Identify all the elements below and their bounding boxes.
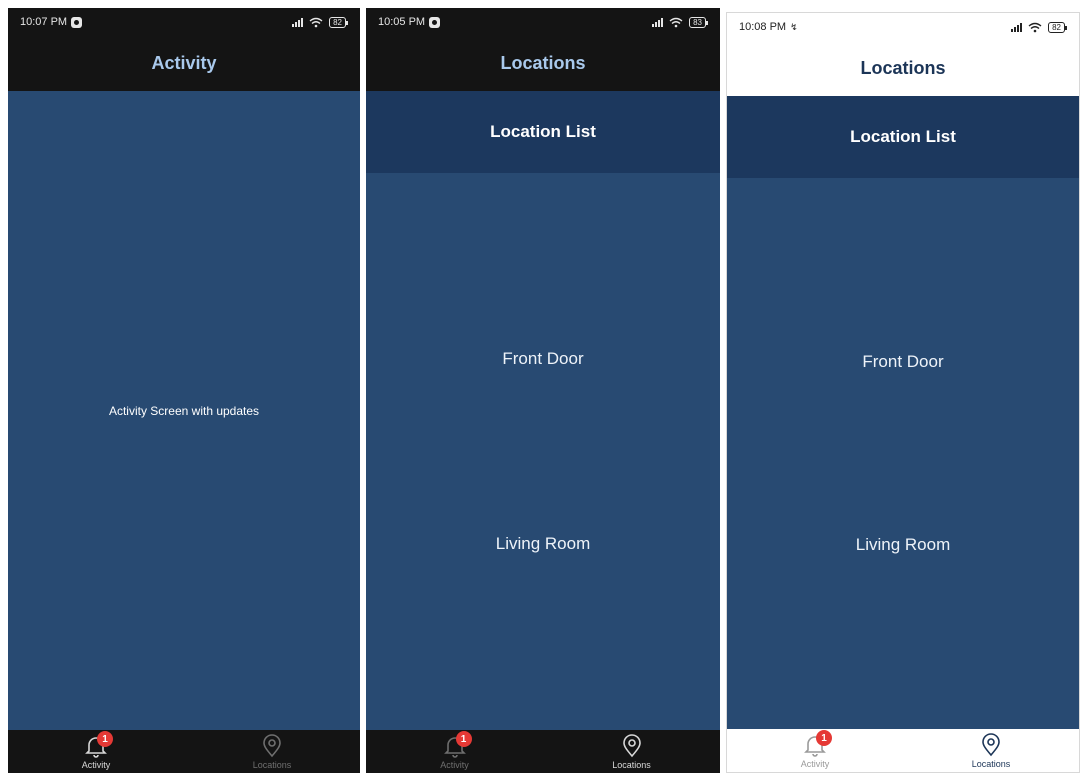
wifi-icon <box>309 17 323 28</box>
locations-content: Location List Front Door Living Room <box>366 91 720 730</box>
location-item-living-room[interactable]: Living Room <box>366 452 720 638</box>
tab-locations[interactable]: Locations <box>543 730 720 773</box>
locations-content: Location List Front Door Living Room <box>727 96 1079 729</box>
tab-label: Activity <box>440 760 469 770</box>
notification-icon <box>71 16 83 28</box>
app-bar-title: Locations <box>366 36 720 91</box>
activity-badge: 1 <box>455 731 472 747</box>
status-bar: 10:05 PM 83 <box>366 8 720 36</box>
status-bar: 10:08 PM ↯ 82 <box>727 13 1079 41</box>
activity-badge: 1 <box>97 731 113 747</box>
tab-label: Locations <box>252 760 292 770</box>
tab-activity[interactable]: 1 Activity <box>366 730 543 773</box>
tab-label: Activity <box>800 759 830 769</box>
status-bar: 10:07 PM 82 <box>8 8 360 36</box>
location-pin-icon <box>622 734 641 758</box>
location-list: Front Door Living Room <box>727 178 1079 729</box>
phone-locations-light: 10:08 PM ↯ 82 Locations Location List Fr… <box>726 12 1080 773</box>
tab-activity[interactable]: 1 Activity <box>8 730 184 773</box>
tab-label: Locations <box>971 759 1011 769</box>
location-list-header: Location List <box>727 96 1079 178</box>
bottom-tab-bar: 1 Activity Locations <box>8 730 360 773</box>
phone-locations-dark: 10:05 PM 83 Locations Location List Fron… <box>366 8 720 773</box>
tab-locations[interactable]: Locations <box>184 730 360 773</box>
notification-icon <box>429 16 441 28</box>
signal-icon <box>652 17 664 27</box>
charging-icon: ↯ <box>790 21 798 32</box>
tab-activity[interactable]: 1 Activity <box>727 729 903 772</box>
battery-icon: 83 <box>689 16 708 28</box>
signal-icon <box>1011 22 1023 32</box>
status-time: 10:05 PM <box>378 16 426 28</box>
tab-locations[interactable]: Locations <box>903 729 1079 772</box>
bottom-tab-bar: 1 Activity Locations <box>366 730 720 773</box>
tab-label: Locations <box>612 760 651 770</box>
location-item-front-door[interactable]: Front Door <box>366 266 720 452</box>
location-item-living-room[interactable]: Living Room <box>727 454 1079 638</box>
status-time: 10:07 PM <box>20 16 68 28</box>
activity-message: Activity Screen with updates <box>108 403 260 418</box>
bottom-tab-bar: 1 Activity Locations <box>727 729 1079 772</box>
wifi-icon <box>669 17 683 28</box>
location-list-header: Location List <box>366 91 720 173</box>
location-item-front-door[interactable]: Front Door <box>727 270 1079 454</box>
location-pin-icon <box>263 734 281 758</box>
status-time: 10:08 PM <box>739 21 787 33</box>
wifi-icon <box>1028 22 1042 33</box>
location-pin-icon <box>982 733 1000 757</box>
activity-content: Activity Screen with updates <box>8 91 360 730</box>
app-bar-title: Locations <box>727 41 1079 96</box>
activity-badge: 1 <box>816 730 832 746</box>
tab-label: Activity <box>81 760 111 770</box>
location-list: Front Door Living Room <box>366 173 720 730</box>
phone-activity-screen: 10:07 PM 82 Activity Activity Screen wit… <box>8 8 360 773</box>
battery-icon: 82 <box>1048 21 1067 33</box>
signal-icon <box>292 17 304 27</box>
battery-icon: 82 <box>329 16 348 28</box>
app-bar-title: Activity <box>8 36 360 91</box>
